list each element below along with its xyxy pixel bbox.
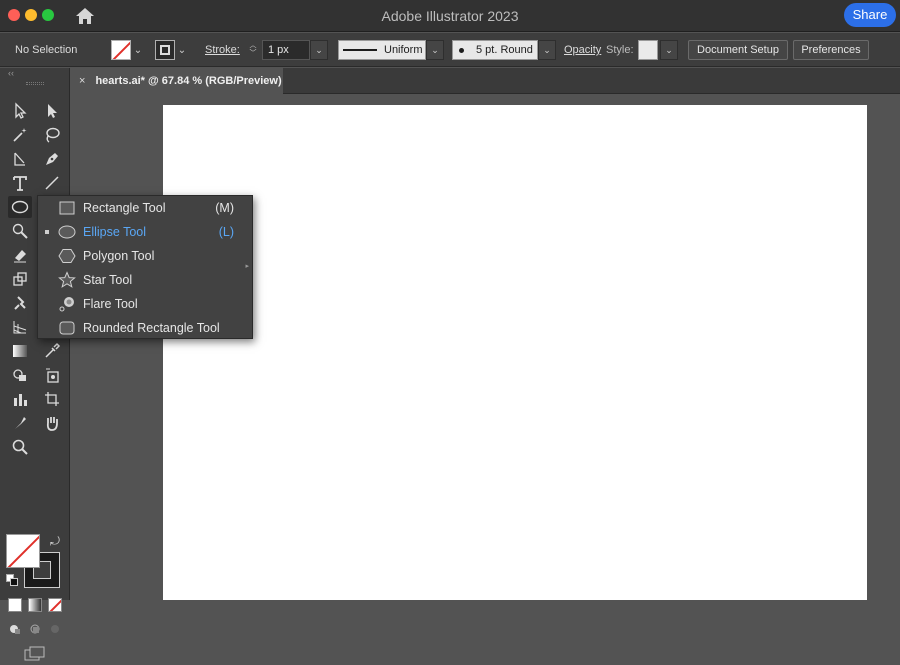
stroke-label[interactable]: Stroke: (205, 44, 240, 56)
draw-inside-icon (48, 622, 62, 636)
style-label: Style: (606, 44, 634, 56)
column-graph-tool-icon[interactable] (8, 388, 32, 410)
default-fill-stroke-icon[interactable] (6, 574, 18, 586)
selected-bullet (45, 230, 49, 234)
flyout-item-star-tool[interactable]: Star Tool (38, 268, 252, 292)
document-tab-title: hearts.ai* @ 67.84 % (RGB/Preview) (95, 75, 282, 87)
gradient-mode-button[interactable] (28, 598, 42, 612)
shape-builder-tool-icon[interactable] (8, 364, 32, 386)
rounded-rectangle-icon (58, 319, 76, 337)
artboard-tool-icon[interactable] (40, 388, 64, 410)
rectangle-icon (58, 199, 76, 217)
flyout-item-label: Rounded Rectangle Tool (83, 321, 220, 335)
tear-off-arrow-icon[interactable]: ▸ (245, 262, 249, 270)
flyout-item-shortcut: (M) (215, 201, 234, 215)
flyout-item-shortcut: (L) (218, 225, 234, 239)
ellipse-tool-icon[interactable] (8, 196, 32, 218)
document-setup-button[interactable]: Document Setup (688, 40, 788, 60)
pen-tool-icon[interactable] (40, 148, 64, 170)
graphic-style-dropdown-icon[interactable]: ⌄ (660, 40, 678, 60)
scale-tool-icon[interactable] (8, 268, 32, 290)
eyedropper-tool-icon[interactable] (40, 340, 64, 362)
symbol-sprayer-tool-icon[interactable] (40, 364, 64, 386)
document-tab-strip: × hearts.ai* @ 67.84 % (RGB/Preview) (71, 68, 900, 94)
flyout-item-label: Flare Tool (83, 297, 138, 311)
stroke-weight-input[interactable]: 1 px (262, 40, 310, 60)
flare-icon (58, 295, 76, 313)
swap-fill-stroke-icon[interactable]: ⤾ (50, 534, 60, 549)
color-mode-button[interactable] (8, 598, 22, 612)
lasso-tool-icon[interactable] (40, 124, 64, 146)
brush-definition-value: 5 pt. Round (476, 44, 533, 56)
curvature-tool-icon[interactable] (8, 148, 32, 170)
direct-selection-tool-icon[interactable] (40, 100, 64, 122)
flyout-item-rounded-rectangle-tool[interactable]: Rounded Rectangle Tool (38, 316, 252, 340)
none-slash-icon (112, 41, 130, 59)
fill-swatch[interactable] (111, 40, 131, 60)
ellipse-icon (58, 223, 76, 241)
selection-tool-icon[interactable] (8, 100, 32, 122)
brush-definition-select[interactable]: 5 pt. Round (452, 40, 538, 60)
selection-status: No Selection (15, 44, 78, 56)
fill-dropdown-chevron-icon[interactable]: ⌄ (131, 41, 145, 59)
zoom-tool-icon[interactable] (8, 436, 32, 458)
variable-width-profile-value: Uniform (384, 44, 423, 56)
line-segment-tool-icon[interactable] (40, 172, 64, 194)
document-tab[interactable]: × hearts.ai* @ 67.84 % (RGB/Preview) (71, 68, 283, 94)
title-bar: Adobe Illustrator 2023 Share (0, 0, 900, 32)
change-screen-mode-icon[interactable] (24, 646, 46, 662)
hand-tool-icon[interactable] (40, 412, 64, 434)
draw-behind-icon[interactable] (28, 622, 42, 636)
gradient-tool-icon[interactable] (8, 340, 32, 362)
draw-normal-icon[interactable] (8, 622, 22, 636)
puppet-warp-tool-icon[interactable] (8, 292, 32, 314)
star-icon (58, 271, 76, 289)
none-mode-button[interactable] (48, 598, 62, 612)
close-tab-icon[interactable]: × (79, 75, 85, 87)
flyout-item-rectangle-tool[interactable]: Rectangle Tool (M) (38, 196, 252, 220)
graphic-style-swatch[interactable] (638, 40, 658, 60)
variable-width-profile-dropdown-icon[interactable]: ⌄ (426, 40, 444, 60)
stroke-weight-dropdown-icon[interactable]: ⌄ (310, 40, 328, 60)
opacity-label[interactable]: Opacity (564, 44, 601, 56)
flyout-item-label: Polygon Tool (83, 249, 155, 263)
stroke-swatch[interactable] (155, 40, 175, 60)
brush-definition-dropdown-icon[interactable]: ⌄ (538, 40, 556, 60)
flyout-item-ellipse-tool[interactable]: Ellipse Tool (L) (38, 220, 252, 244)
free-transform-tool-icon[interactable] (8, 412, 32, 434)
control-bar: No Selection ⌄ ⌄ Stroke: ︿ ﹀ 1 px ⌄ Unifo… (0, 33, 900, 67)
paintbrush-tool-icon[interactable] (8, 220, 32, 242)
fill-color-box[interactable] (6, 534, 40, 568)
app-title: Adobe Illustrator 2023 (381, 8, 519, 24)
collapse-panel-icon[interactable]: ‹‹ (8, 68, 14, 78)
flyout-item-flare-tool[interactable]: Flare Tool (38, 292, 252, 316)
flyout-item-label: Rectangle Tool (83, 201, 166, 215)
perspective-grid-tool-icon[interactable] (8, 316, 32, 338)
stroke-dropdown-chevron-icon[interactable]: ⌄ (175, 41, 189, 59)
magic-wand-tool-icon[interactable] (8, 124, 32, 146)
variable-width-profile-select[interactable]: Uniform (338, 40, 426, 60)
polygon-icon (58, 247, 76, 265)
stroke-weight-stepper[interactable]: ︿ ﹀ (246, 40, 260, 60)
flyout-item-polygon-tool[interactable]: Polygon Tool (38, 244, 252, 268)
none-slash-icon (7, 535, 39, 567)
share-button[interactable]: Share (844, 3, 896, 27)
eraser-tool-icon[interactable] (8, 244, 32, 266)
flyout-item-label: Ellipse Tool (83, 225, 147, 239)
panel-grip[interactable] (26, 82, 44, 85)
type-tool-icon[interactable] (8, 172, 32, 194)
flyout-item-label: Star Tool (83, 273, 133, 287)
shape-tools-flyout: Rectangle Tool (M) Ellipse Tool (L) Poly… (37, 195, 253, 339)
artboard[interactable] (163, 105, 867, 600)
preferences-button[interactable]: Preferences (793, 40, 869, 60)
